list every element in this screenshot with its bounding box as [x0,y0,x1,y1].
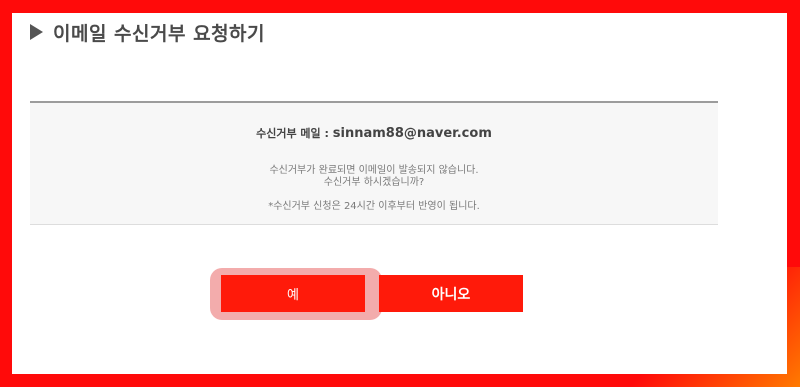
email-separator: : [320,127,333,140]
email-line: 수신거부 메일 : sinnam88@naver.com [30,125,718,141]
unsubscribe-dialog: 이메일 수신거부 요청하기 수신거부 메일 : sinnam88@naver.c… [12,13,787,374]
notice-box: 수신거부 메일 : sinnam88@naver.com 수신거부가 완료되면 … [30,101,718,225]
triangle-right-icon [30,24,43,40]
email-address: sinnam88@naver.com [332,126,492,141]
notice-message-3: *수신거부 신청은 24시간 이후부터 반영이 됩니다. [268,201,480,212]
email-label: 수신거부 메일 [256,127,321,140]
button-group: 예 아니오 [210,268,540,325]
notice-message-1: 수신거부가 완료되면 이메일이 발송되지 않습니다. [269,165,479,176]
yes-button[interactable]: 예 [221,275,365,312]
dialog-title: 이메일 수신거부 요청하기 [53,22,266,45]
dialog-header: 이메일 수신거부 요청하기 [30,19,265,45]
no-button[interactable]: 아니오 [379,275,523,312]
notice-message-2: 수신거부 하시겠습니까? [323,177,425,188]
